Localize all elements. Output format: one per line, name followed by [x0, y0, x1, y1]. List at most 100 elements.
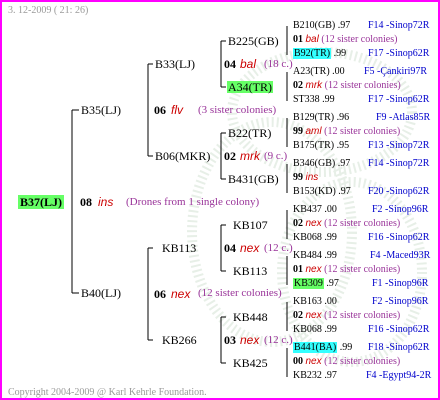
- ggp-colony-code[interactable]: KB425: [233, 357, 268, 369]
- ancestor-generation: 02: [293, 218, 303, 229]
- ancestor-note: (12 sister colonies): [324, 310, 401, 321]
- ggp-colony-code[interactable]: KB448: [233, 311, 268, 323]
- ancestor-line: F14 -Sinop72R: [368, 20, 430, 31]
- ancestor-type: nex: [305, 264, 322, 275]
- parent-generation: 06: [154, 287, 166, 301]
- root-note: (Drones from 1 single colony): [126, 196, 260, 208]
- ancestor-type: aml: [305, 126, 322, 137]
- parent-colony-code[interactable]: B40(LJ): [81, 287, 121, 299]
- ancestor-line: F17 -Sinop62R: [368, 48, 430, 59]
- ancestor-type: ins: [305, 172, 319, 183]
- ggp-colony-code[interactable]: KB113: [233, 265, 267, 277]
- ancestor-type: nex: [305, 356, 322, 367]
- ancestor-colony-code[interactable]: B175(TR): [293, 140, 334, 151]
- ancestor-value: .97: [337, 20, 351, 31]
- ggp-colony-code[interactable]: B225(GB): [228, 35, 279, 47]
- ancestor-note: (12 sister colonies): [324, 264, 401, 275]
- ancestor-type: nex: [305, 218, 322, 229]
- ancestor-colony-code[interactable]: A23(TR): [293, 66, 330, 77]
- ancestor-value: .99: [339, 342, 353, 353]
- ancestor-note: (12 sister colonies): [321, 34, 398, 45]
- ancestor-value: .97: [326, 278, 339, 289]
- ancestor-generation: 00: [293, 356, 303, 367]
- ancestor-line: F2 -Sinop96R: [372, 296, 429, 307]
- root-type: ins: [98, 195, 114, 209]
- parent-type: nex: [171, 287, 191, 301]
- ancestor-colony-code[interactable]: B92(TR): [293, 48, 332, 59]
- ancestor-value: .99: [322, 94, 335, 105]
- ancestor-value: .00: [332, 66, 345, 77]
- ancestor-colony-code[interactable]: KB484: [293, 250, 322, 261]
- ancestor-line: F16 -Sinop62R: [368, 324, 430, 335]
- ancestor-value: .97: [324, 370, 337, 381]
- ggp-colony-code[interactable]: B431(GB): [228, 173, 279, 185]
- parent-colony-code[interactable]: B35(LJ): [81, 104, 121, 116]
- grandparent-colony-code[interactable]: B33(LJ): [155, 58, 195, 70]
- grandparent-note: (18 c.): [264, 58, 293, 70]
- ancestor-note: (12 sister colonies): [324, 356, 401, 367]
- header-date: 3. 12-2009 ( 21: 26): [8, 5, 89, 16]
- grandparent-note: (12 c.): [264, 242, 293, 254]
- grandparent-type: bal: [240, 57, 257, 71]
- ancestor-colony-code[interactable]: KB309: [293, 278, 324, 289]
- ggp-colony-code[interactable]: B22(TR): [228, 127, 271, 139]
- ancestor-colony-code[interactable]: KB437: [293, 204, 322, 215]
- grandparent-generation: 04: [224, 57, 236, 71]
- ancestor-line: F18 -Sinop62R: [368, 342, 430, 353]
- grandparent-note: (12 c.): [264, 334, 293, 346]
- ancestor-value: .96: [336, 112, 350, 123]
- parent-note: (3 sister colonies): [198, 104, 277, 116]
- ancestor-colony-code[interactable]: B441(BA): [293, 342, 338, 353]
- root-generation: 08: [80, 195, 92, 209]
- ancestor-colony-code[interactable]: B153(KD): [293, 186, 336, 197]
- ancestor-value: .99: [333, 48, 347, 59]
- parent-generation: 06: [154, 103, 166, 117]
- ancestor-type: mrk: [305, 80, 323, 91]
- ancestor-line: F5 -Çankiri97R: [364, 66, 428, 77]
- ancestor-line: F20 -Sinop62R: [368, 186, 430, 197]
- ancestor-colony-code[interactable]: ST338: [293, 94, 320, 105]
- ancestor-generation: 02: [293, 310, 303, 321]
- ancestor-colony-code[interactable]: B129(TR): [293, 112, 334, 123]
- ancestor-line: F4 -Egypt94-2R: [366, 370, 432, 381]
- ancestor-line: F17 -Sinop62R: [368, 94, 430, 105]
- ancestor-generation: 99: [293, 172, 303, 183]
- ancestor-value: .00: [324, 296, 337, 307]
- ggp-colony-code[interactable]: A34(TR): [227, 81, 273, 93]
- ancestor-colony-code[interactable]: B210(GB): [293, 20, 335, 31]
- ancestor-line: F16 -Sinop62R: [368, 232, 430, 243]
- ancestor-note: (12 sister colonies): [324, 126, 401, 137]
- ancestor-value: .99: [324, 232, 337, 243]
- grandparent-colony-code[interactable]: KB266: [162, 334, 197, 346]
- ancestor-value: .97: [337, 158, 351, 169]
- ancestor-line: F2 -Sinop96R: [372, 204, 429, 215]
- parent-note: (12 sister colonies): [198, 287, 282, 299]
- ggp-colony-code[interactable]: KB107: [233, 219, 268, 231]
- ancestor-colony-code[interactable]: KB068: [293, 232, 322, 243]
- parent-type: flv: [171, 103, 183, 117]
- ancestor-value: .95: [336, 140, 350, 151]
- ancestor-generation: 02: [293, 80, 303, 91]
- grandparent-colony-code[interactable]: KB113: [162, 242, 196, 254]
- ancestor-colony-code[interactable]: B346(GB): [293, 158, 335, 169]
- ancestor-generation: 99: [293, 126, 303, 137]
- ancestor-type: bal: [305, 34, 319, 45]
- grandparent-type: nex: [240, 333, 260, 347]
- pedigree-frame: 3. 12-2009 ( 21: 26) Copyright 2004-2009…: [0, 0, 440, 400]
- ancestor-note: (12 sister colonies): [324, 218, 401, 229]
- ancestor-value: .97: [338, 186, 351, 197]
- ancestor-colony-code[interactable]: KB163: [293, 296, 322, 307]
- ancestor-value: .99: [324, 324, 337, 335]
- ancestor-colony-code[interactable]: KB232: [293, 370, 322, 381]
- grandparent-generation: 03: [224, 333, 236, 347]
- ancestor-generation: 01: [293, 264, 303, 275]
- ancestor-line: F14 -Sinop72R: [368, 158, 430, 169]
- grandparent-generation: 04: [224, 241, 236, 255]
- grandparent-type: mrk: [240, 149, 260, 163]
- ancestor-value: .00: [324, 204, 337, 215]
- ancestor-note: (12 sister colonies): [324, 80, 401, 91]
- grandparent-colony-code[interactable]: B06(MKR): [155, 150, 210, 162]
- ancestor-colony-code[interactable]: KB068: [293, 324, 322, 335]
- footer-copyright: Copyright 2004-2009 @ Karl Kehrle Founda…: [8, 387, 207, 398]
- root-colony-code[interactable]: B37(LJ): [18, 195, 64, 209]
